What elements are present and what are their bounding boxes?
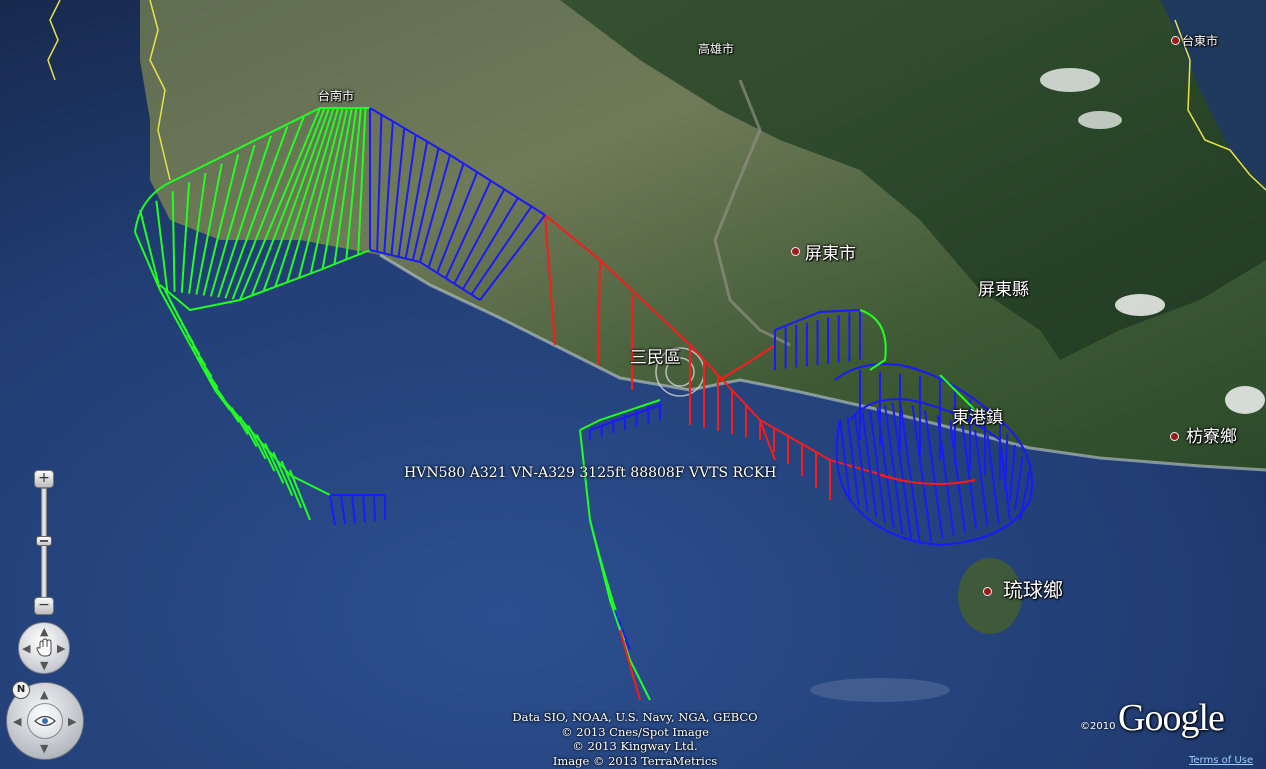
satellite-map[interactable] — [0, 0, 1266, 769]
pan-left-arrow-icon[interactable]: ◀ — [22, 643, 30, 654]
attribution-line: Data SIO, NOAA, U.S. Navy, NGA, GEBCO — [512, 710, 758, 724]
copyright-year: ©2010 — [1080, 721, 1116, 732]
look-down-arrow-icon[interactable]: ▼ — [40, 743, 48, 754]
pan-right-arrow-icon[interactable]: ▶ — [57, 643, 65, 654]
attribution-line: © 2013 Kingway Ltd. — [572, 739, 698, 753]
attribution-line: Image © 2013 TerraMetrics — [552, 753, 718, 768]
pan-down-arrow-icon[interactable]: ▼ — [40, 660, 48, 671]
look-right-arrow-icon[interactable]: ▶ — [68, 716, 76, 727]
look-up-arrow-icon[interactable]: ▲ — [40, 689, 48, 700]
google-logo: Google — [1118, 697, 1225, 739]
terms-of-use-link[interactable]: Terms of Use — [1189, 755, 1253, 766]
place-label-tainan-city[interactable]: 台南市 — [318, 87, 354, 104]
zoom-thumb[interactable] — [36, 536, 52, 546]
attribution-line: © 2013 Cnes/Spot Image — [561, 724, 709, 739]
place-label-taitung-city[interactable]: 台東市 — [1182, 32, 1218, 49]
pan-up-arrow-icon[interactable]: ▲ — [40, 626, 48, 637]
place-label-pingtung-county[interactable]: 屏東縣 — [978, 275, 1029, 300]
place-marker-fangliao[interactable] — [1170, 432, 1179, 441]
place-label-kaohsiung-city[interactable]: 高雄市 — [698, 40, 734, 57]
north-button[interactable]: N — [12, 681, 30, 699]
track-curtain-line — [373, 494, 376, 522]
flight-label[interactable]: HVN580 A321 VN-A329 3125ft 88808F VVTS R… — [404, 465, 777, 481]
place-label-pingtung-city[interactable]: 屏東市 — [805, 239, 856, 264]
place-label-sanmin[interactable]: 三民區 — [630, 343, 681, 368]
look-center[interactable] — [27, 703, 63, 739]
zoom-in-button[interactable]: + — [34, 470, 54, 488]
place-marker-liuqiu[interactable] — [983, 587, 992, 596]
place-label-fangliao[interactable]: 枋寮鄉 — [1186, 422, 1237, 447]
place-marker-pingtung-city[interactable] — [791, 247, 800, 256]
zoom-out-button[interactable]: − — [34, 597, 54, 615]
place-label-donggang[interactable]: 東港鎮 — [952, 403, 1003, 428]
pan-control[interactable]: ▲ ▼ ◀ ▶ — [18, 622, 70, 674]
eye-icon — [34, 715, 56, 727]
place-marker-taitung-city[interactable] — [1171, 36, 1180, 45]
hand-icon — [36, 638, 52, 657]
zoom-slider[interactable]: + − — [34, 470, 54, 615]
place-label-liuqiu[interactable]: 琉球鄉 — [1003, 574, 1063, 603]
attribution: Data SIO, NOAA, U.S. Navy, NGA, GEBCO © … — [470, 710, 800, 768]
look-left-arrow-icon[interactable]: ◀ — [13, 716, 21, 727]
